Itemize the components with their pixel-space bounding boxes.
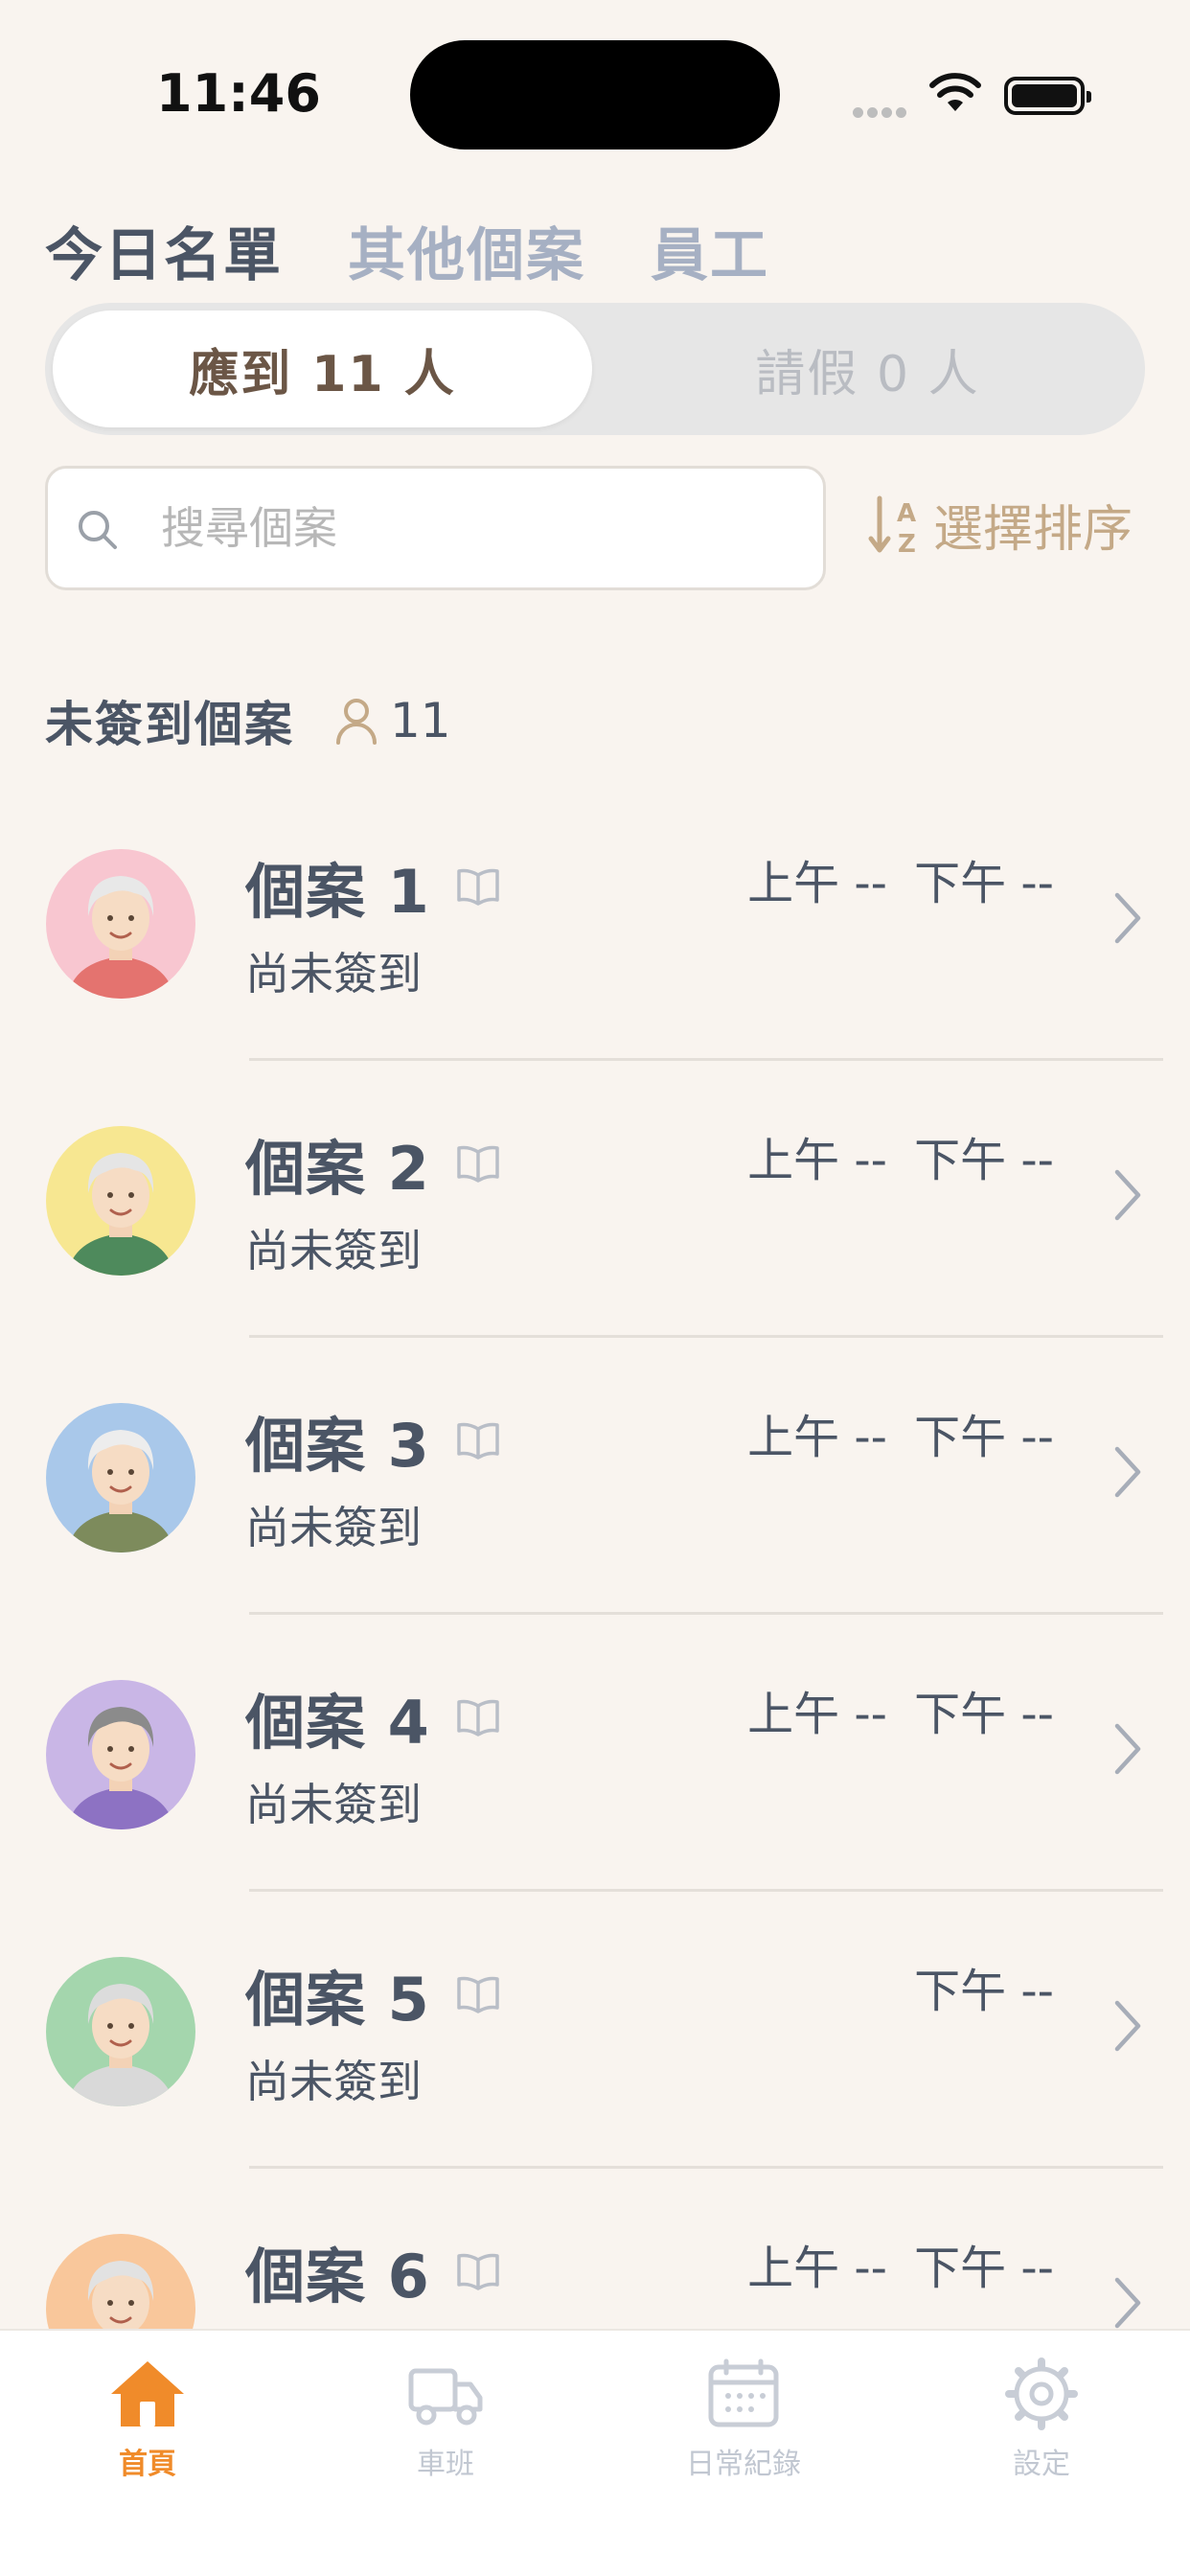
- case-name-line: 個案 5: [245, 1951, 501, 2037]
- case-name: 個案 5: [245, 1965, 430, 2035]
- home-icon: [111, 2361, 184, 2426]
- avatar: [46, 1680, 195, 1829]
- sort-az-icon: A Z: [868, 495, 916, 556]
- case-name-line: 個案 1: [245, 843, 501, 930]
- svg-text:A: A: [897, 499, 916, 528]
- case-name-line: 個案 2: [245, 1120, 501, 1207]
- nav-home[interactable]: 首頁: [52, 2358, 243, 2482]
- book-icon[interactable]: [455, 2252, 501, 2290]
- search-box: [45, 466, 826, 590]
- am-checkin: 上午 --: [747, 857, 887, 910]
- am-checkin: 上午 --: [747, 1134, 887, 1187]
- case-name: 個案 3: [245, 1411, 430, 1481]
- battery-icon: [1004, 77, 1091, 115]
- truck-icon: [408, 2368, 483, 2426]
- cellular-signal-icon: [853, 104, 910, 122]
- am-checkin: 上午 --: [747, 1688, 887, 1741]
- avatar: [46, 849, 195, 999]
- bottom-nav: 首頁 車班 日常紀錄 設定: [0, 2329, 1190, 2576]
- case-name: 個案 6: [245, 2242, 430, 2312]
- nav-daily-records[interactable]: 日常紀錄: [648, 2358, 839, 2482]
- case-status: 尚未簽到: [245, 1779, 422, 1830]
- chevron-right-icon: [1114, 2000, 1141, 2052]
- status-bar: 11:46: [0, 0, 1190, 182]
- case-status: 尚未簽到: [245, 948, 422, 1000]
- calendar-icon: [708, 2358, 779, 2427]
- nav-shuttle[interactable]: 車班: [350, 2358, 541, 2482]
- case-status: 尚未簽到: [245, 1502, 422, 1553]
- tab-staff[interactable]: 員工: [651, 209, 769, 292]
- book-icon[interactable]: [455, 867, 501, 906]
- person-icon: [336, 699, 377, 745]
- case-name: 個案 2: [245, 1134, 430, 1204]
- case-row[interactable]: 個案 1 尚未簽到 上午 -- 下午 --: [0, 784, 1190, 1061]
- nav-settings[interactable]: 設定: [946, 2358, 1137, 2482]
- case-name-line: 個案 6: [245, 2228, 501, 2314]
- search-icon: [79, 511, 117, 549]
- top-tabs: 今日名單 其他個案 員工: [45, 209, 769, 292]
- book-icon[interactable]: [455, 1975, 501, 2013]
- pm-checkin: 下午 --: [914, 2242, 1054, 2295]
- case-row[interactable]: 個案 5 尚未簽到 下午 --: [0, 1892, 1190, 2169]
- avatar: [46, 1957, 195, 2106]
- am-checkin: 上午 --: [747, 1411, 887, 1464]
- gear-icon: [1005, 2358, 1078, 2430]
- segment-present[interactable]: 應到 11 人: [53, 310, 592, 427]
- nav-shuttle-label: 車班: [417, 2448, 474, 2481]
- nav-daily-records-label: 日常紀錄: [686, 2448, 801, 2481]
- sort-button[interactable]: A Z 選擇排序: [868, 489, 1133, 561]
- chevron-right-icon: [1114, 1169, 1141, 1221]
- search-input[interactable]: [161, 469, 793, 587]
- nav-settings-label: 設定: [1013, 2448, 1070, 2481]
- case-name: 個案 1: [245, 857, 430, 927]
- case-name: 個案 4: [245, 1688, 430, 1758]
- section-title: 未簽到個案: [45, 697, 294, 752]
- pm-checkin: 下午 --: [914, 1411, 1054, 1464]
- chevron-right-icon: [1114, 892, 1141, 944]
- section-header: 未簽到個案 11: [45, 686, 451, 755]
- case-status: 尚未簽到: [245, 1225, 422, 1276]
- wifi-icon: [929, 73, 981, 111]
- attendance-segmented-control: 應到 11 人 請假 0 人: [45, 303, 1145, 435]
- am-checkin: 上午 --: [747, 2242, 887, 2295]
- book-icon[interactable]: [455, 1144, 501, 1183]
- dynamic-island: [410, 40, 780, 150]
- tab-other-cases[interactable]: 其他個案: [348, 209, 585, 292]
- case-name-line: 個案 4: [245, 1674, 501, 1760]
- status-time: 11:46: [156, 63, 321, 124]
- chevron-right-icon: [1114, 1446, 1141, 1498]
- chevron-right-icon: [1114, 2277, 1141, 2329]
- case-name-line: 個案 3: [245, 1397, 501, 1484]
- case-list: 個案 1 尚未簽到 上午 -- 下午 -- 個案 2 尚未簽到 上午 -- 下午…: [0, 784, 1190, 2446]
- book-icon[interactable]: [455, 1698, 501, 1736]
- case-row[interactable]: 個案 4 尚未簽到 上午 -- 下午 --: [0, 1615, 1190, 1892]
- sort-label: 選擇排序: [933, 501, 1133, 559]
- pm-checkin: 下午 --: [914, 1134, 1054, 1187]
- svg-text:Z: Z: [898, 530, 916, 556]
- case-row[interactable]: 個案 2 尚未簽到 上午 -- 下午 --: [0, 1061, 1190, 1338]
- case-status: 尚未簽到: [245, 2056, 422, 2107]
- book-icon[interactable]: [455, 1421, 501, 1460]
- chevron-right-icon: [1114, 1723, 1141, 1775]
- pm-checkin: 下午 --: [914, 857, 1054, 910]
- section-count: 11: [390, 693, 451, 748]
- nav-home-label: 首頁: [119, 2448, 176, 2481]
- pm-checkin: 下午 --: [914, 1965, 1054, 2018]
- segment-leave[interactable]: 請假 0 人: [598, 310, 1137, 427]
- case-row[interactable]: 個案 3 尚未簽到 上午 -- 下午 --: [0, 1338, 1190, 1615]
- pm-checkin: 下午 --: [914, 1688, 1054, 1741]
- tab-today-list[interactable]: 今日名單: [45, 209, 283, 292]
- avatar: [46, 1126, 195, 1276]
- avatar: [46, 1403, 195, 1552]
